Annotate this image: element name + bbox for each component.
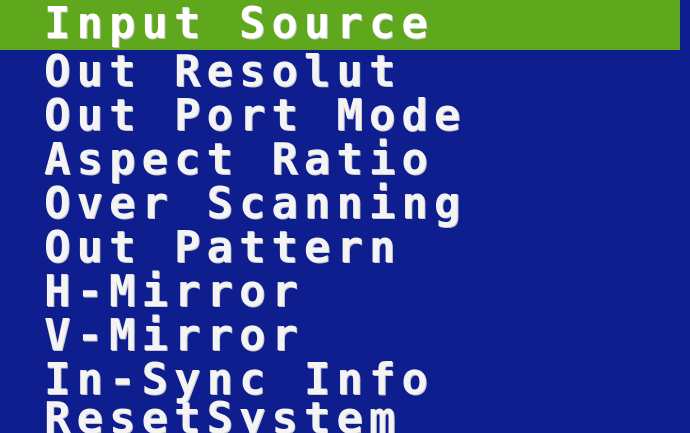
menu-item-h-mirror[interactable]: H-Mirror (0, 270, 690, 314)
menu-item-out-pattern[interactable]: Out Pattern (0, 226, 690, 270)
osd-menu-list: Input Source Out Resolut Out Port Mode A… (0, 0, 690, 433)
menu-item-reset-system[interactable]: ResetSystem (0, 397, 690, 433)
menu-item-input-source[interactable]: Input Source (0, 0, 680, 50)
menu-item-v-mirror[interactable]: V-Mirror (0, 314, 690, 358)
menu-item-aspect-ratio[interactable]: Aspect Ratio (0, 138, 690, 182)
menu-item-out-resolut[interactable]: Out Resolut (0, 50, 690, 94)
osd-menu-screen: Input Source Out Resolut Out Port Mode A… (0, 0, 690, 433)
menu-item-out-port-mode[interactable]: Out Port Mode (0, 94, 690, 138)
menu-item-over-scanning[interactable]: Over Scanning (0, 182, 690, 226)
